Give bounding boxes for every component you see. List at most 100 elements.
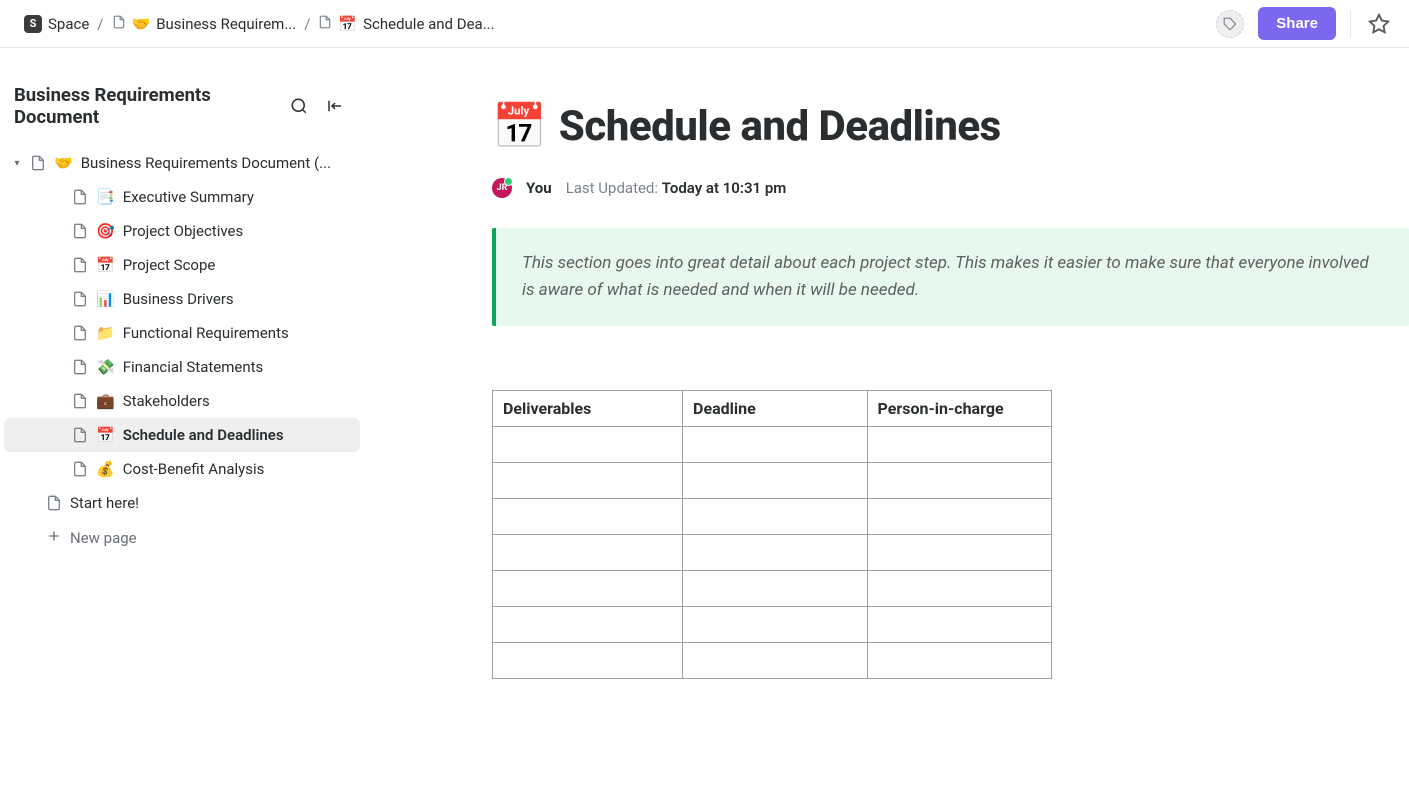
table-cell[interactable]	[683, 571, 867, 607]
page-icon	[112, 15, 126, 33]
breadcrumb-doc-2[interactable]: 📅 Schedule and Dea...	[318, 15, 494, 33]
avatar[interactable]: JR	[492, 178, 512, 198]
sidebar-item-label: Project Scope	[123, 256, 216, 274]
topbar: S Space / 🤝 Business Requirem... / 📅 Sch…	[0, 0, 1409, 48]
table-cell[interactable]	[683, 643, 867, 679]
schedule-table[interactable]: Deliverables Deadline Person-in-charge	[492, 390, 1052, 679]
layout: Business Requirements Document ▾ 🤝 Busin…	[0, 48, 1409, 791]
breadcrumb-space[interactable]: S Space	[24, 15, 89, 33]
page-title-row: 📅 Schedule and Deadlines	[492, 100, 1369, 152]
sidebar-item-label: Executive Summary	[123, 188, 254, 206]
sidebar-tree: ▾ 🤝 Business Requirements Document (... …	[0, 138, 364, 556]
topbar-actions: Share	[1216, 7, 1393, 40]
page-icon	[72, 189, 88, 205]
table-cell[interactable]	[867, 499, 1051, 535]
tag-button[interactable]	[1216, 10, 1244, 38]
sidebar-item[interactable]: 📊 Business Drivers	[4, 282, 360, 316]
sidebar-collapse-button[interactable]	[322, 93, 348, 119]
table-cell[interactable]	[683, 427, 867, 463]
table-cell[interactable]	[683, 535, 867, 571]
sidebar-header: Business Requirements Document	[0, 48, 364, 138]
sidebar-item-root[interactable]: ▾ 🤝 Business Requirements Document (...	[4, 146, 360, 180]
table-cell[interactable]	[493, 535, 683, 571]
table-cell[interactable]	[867, 463, 1051, 499]
sidebar-item[interactable]: 🎯 Project Objectives	[4, 214, 360, 248]
sidebar-item[interactable]: 💸Financial Statements	[4, 350, 360, 384]
share-button[interactable]: Share	[1258, 7, 1336, 40]
sidebar-item-start-here[interactable]: Start here!	[4, 486, 360, 520]
collapse-icon	[326, 97, 344, 115]
space-label: Space	[48, 15, 89, 33]
sidebar-item[interactable]: 📅Schedule and Deadlines	[4, 418, 360, 452]
table-row	[493, 607, 1052, 643]
table-cell[interactable]	[493, 499, 683, 535]
author-label: You	[526, 179, 552, 197]
page-emoji[interactable]: 📅	[492, 100, 547, 152]
page-icon	[46, 495, 62, 511]
table-row	[493, 427, 1052, 463]
sidebar-item[interactable]: 📑 Executive Summary	[4, 180, 360, 214]
breadcrumb-separator: /	[97, 15, 103, 33]
sidebar-item-label: Stakeholders	[123, 392, 210, 410]
sidebar-item-emoji: 📅	[96, 426, 115, 444]
sidebar-item-label: Project Objectives	[123, 222, 244, 240]
sidebar-item[interactable]: 💼Stakeholders	[4, 384, 360, 418]
sidebar-search-button[interactable]	[286, 93, 312, 119]
breadcrumb-emoji-1: 🤝	[132, 15, 151, 33]
table-cell[interactable]	[493, 427, 683, 463]
sidebar-item-emoji: 💰	[96, 460, 115, 478]
page-icon	[72, 325, 88, 341]
table-header-cell[interactable]: Deliverables	[493, 391, 683, 427]
sidebar-item-emoji: 📅	[96, 256, 115, 274]
sidebar-item-label: Financial Statements	[123, 358, 264, 376]
table-cell[interactable]	[867, 607, 1051, 643]
table-row	[493, 571, 1052, 607]
sidebar-item-emoji: 📑	[96, 188, 115, 206]
sidebar-item-emoji: 🎯	[96, 222, 115, 240]
updated-value: Today at 10:31 pm	[662, 179, 787, 197]
breadcrumb-label-2: Schedule and Dea...	[363, 15, 494, 33]
table-cell[interactable]	[683, 499, 867, 535]
callout[interactable]: This section goes into great detail abou…	[492, 228, 1409, 326]
space-icon: S	[24, 15, 42, 33]
sidebar-item-label: New page	[70, 529, 137, 547]
page-icon	[72, 257, 88, 273]
sidebar-item[interactable]: 📅 Project Scope	[4, 248, 360, 282]
table-row	[493, 463, 1052, 499]
sidebar-item-label: Start here!	[70, 494, 139, 512]
content: 📅 Schedule and Deadlines JR You Last Upd…	[492, 100, 1369, 679]
sidebar-item[interactable]: 💰Cost-Benefit Analysis	[4, 452, 360, 486]
table-cell[interactable]	[867, 643, 1051, 679]
table-cell[interactable]	[683, 463, 867, 499]
sidebar-item-label: Business Drivers	[123, 290, 234, 308]
page-title[interactable]: Schedule and Deadlines	[559, 102, 1001, 151]
breadcrumb: S Space / 🤝 Business Requirem... / 📅 Sch…	[24, 15, 1216, 33]
page-icon	[72, 427, 88, 443]
table-row	[493, 535, 1052, 571]
table-cell[interactable]	[493, 643, 683, 679]
breadcrumb-doc-1[interactable]: 🤝 Business Requirem...	[112, 15, 297, 33]
table-cell[interactable]	[493, 463, 683, 499]
table-cell[interactable]	[867, 427, 1051, 463]
sidebar-title: Business Requirements Document	[14, 84, 276, 128]
table-header-cell[interactable]: Person-in-charge	[867, 391, 1051, 427]
page-icon	[72, 461, 88, 477]
table-cell[interactable]	[867, 571, 1051, 607]
search-icon	[290, 97, 308, 115]
plus-icon	[46, 528, 62, 548]
table-cell[interactable]	[867, 535, 1051, 571]
table-cell[interactable]	[683, 607, 867, 643]
caret-down-icon: ▾	[12, 158, 22, 169]
sidebar-new-page[interactable]: New page	[4, 520, 360, 556]
separator	[1350, 10, 1351, 38]
sidebar-item-emoji: 📊	[96, 290, 115, 308]
table-header-cell[interactable]: Deadline	[683, 391, 867, 427]
favorite-button[interactable]	[1365, 10, 1393, 38]
table-cell[interactable]	[493, 571, 683, 607]
page-icon	[72, 359, 88, 375]
updated-label: Last Updated:	[566, 179, 658, 197]
table-header-row: Deliverables Deadline Person-in-charge	[493, 391, 1052, 427]
sidebar-item[interactable]: 📁Functional Requirements	[4, 316, 360, 350]
table-cell[interactable]	[493, 607, 683, 643]
breadcrumb-label-1: Business Requirem...	[156, 15, 296, 33]
